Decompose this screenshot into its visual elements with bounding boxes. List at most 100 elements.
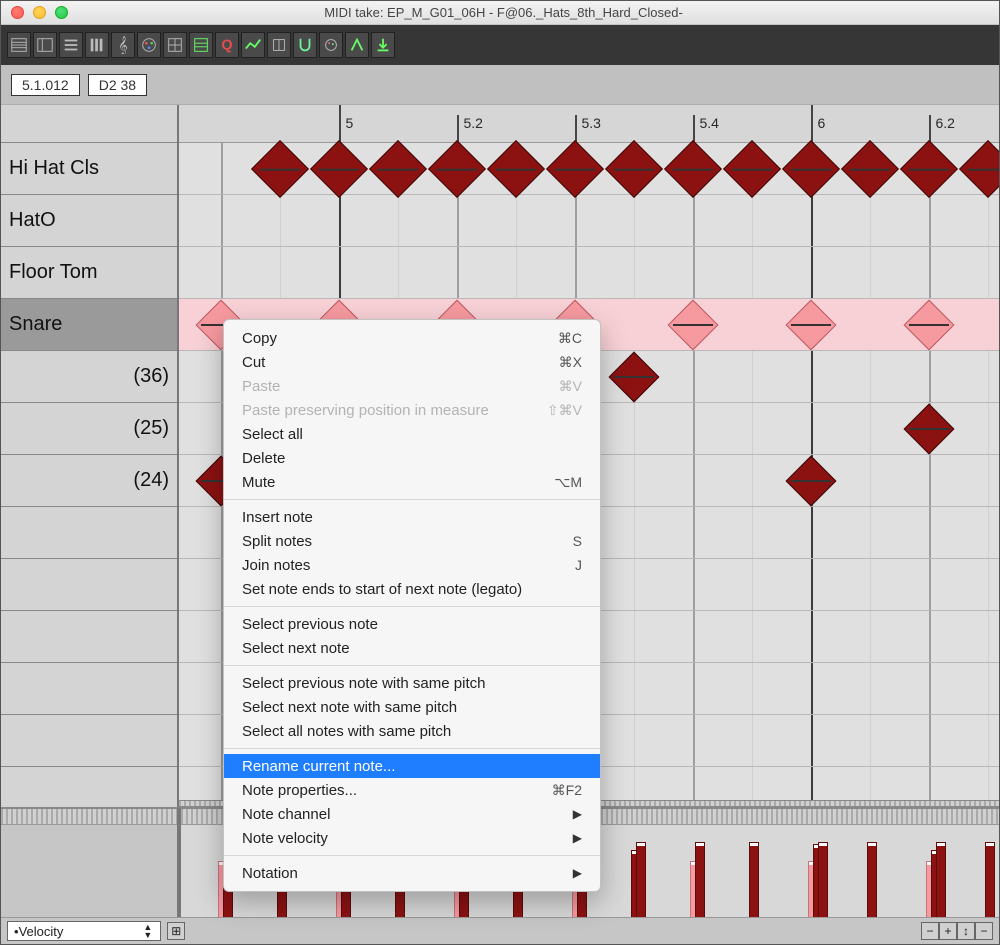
menu-item[interactable]: Select previous note with same pitch xyxy=(224,671,600,695)
paint-icon[interactable] xyxy=(319,32,343,58)
menu-item-label: Select all notes with same pitch xyxy=(242,723,451,740)
menu-item[interactable]: Mute⌥M xyxy=(224,470,600,494)
close-icon[interactable] xyxy=(11,6,24,19)
menu-item[interactable]: Notation▶ xyxy=(224,861,600,885)
menu-item[interactable]: Select next note with same pitch xyxy=(224,695,600,719)
velocity-bar[interactable] xyxy=(696,843,704,917)
window-title: MIDI take: EP_M_G01_06H - F@06._Hats_8th… xyxy=(68,5,999,20)
grid-lines-icon[interactable] xyxy=(163,32,187,58)
notation-icon[interactable] xyxy=(85,32,109,58)
menu-shortcut: J xyxy=(575,557,582,573)
midi-in-icon[interactable] xyxy=(371,32,395,58)
toolbar: 𝄞Q xyxy=(1,25,999,65)
menu-item[interactable]: Set note ends to start of next note (leg… xyxy=(224,577,600,601)
zoom-in-button[interactable]: + xyxy=(939,922,957,940)
piano-roll-icon[interactable] xyxy=(7,32,31,58)
menu-item-label: Join notes xyxy=(242,557,310,574)
named-notes-icon[interactable] xyxy=(33,32,57,58)
zoom-out-button[interactable]: − xyxy=(921,922,939,940)
note-row[interactable] xyxy=(1,663,177,715)
velocity-bar[interactable] xyxy=(937,843,945,917)
menu-item[interactable]: Note velocity ▶ xyxy=(224,826,600,850)
cc-sidebar-header[interactable] xyxy=(1,809,177,825)
ruler-label: 5 xyxy=(345,115,353,131)
zoom-in-v-button[interactable]: − xyxy=(975,922,993,940)
note-row-label: Snare xyxy=(9,313,62,336)
menu-item[interactable]: Copy⌘C xyxy=(224,326,600,350)
cc-type-select[interactable]: •Velocity ▲▼ xyxy=(7,921,161,941)
zoom-out-v-button[interactable]: ↕ xyxy=(957,922,975,940)
menu-item: Paste preserving position in measure⇧⌘V xyxy=(224,398,600,422)
menu-shortcut: ⌘V xyxy=(559,378,582,395)
treble-clef-icon[interactable]: 𝄞 xyxy=(111,32,135,58)
cc-add-lane-button[interactable]: ⊞ xyxy=(167,922,185,940)
menu-item[interactable]: Split notesS xyxy=(224,529,600,553)
note-row[interactable]: HatO xyxy=(1,195,177,247)
menu-item[interactable]: Rename current note... xyxy=(224,754,600,778)
note-row-label: Floor Tom xyxy=(9,261,98,284)
note-row-label: (36) xyxy=(133,365,169,388)
magnet-snap-icon[interactable] xyxy=(293,32,317,58)
zoom-icon[interactable] xyxy=(55,6,68,19)
note-row[interactable]: (36) xyxy=(1,351,177,403)
menu-item-label: Copy xyxy=(242,330,277,347)
menu-item[interactable]: Cut⌘X xyxy=(224,350,600,374)
note-row[interactable] xyxy=(1,611,177,663)
note-row[interactable]: Floor Tom xyxy=(1,247,177,299)
note-row[interactable] xyxy=(1,507,177,559)
menu-shortcut: S xyxy=(573,533,582,549)
menu-item[interactable]: Select previous note xyxy=(224,612,600,636)
menu-item-label: Note channel xyxy=(242,806,330,823)
channel-icon[interactable] xyxy=(267,32,291,58)
lane[interactable] xyxy=(179,195,999,247)
quantize-q-icon[interactable]: Q xyxy=(215,32,239,58)
velocity-bar[interactable] xyxy=(637,843,645,917)
grid-snap-icon[interactable] xyxy=(189,32,213,58)
ruler-label: 6.2 xyxy=(935,115,954,131)
velocity-bar[interactable] xyxy=(986,843,994,917)
svg-text:𝄞: 𝄞 xyxy=(118,36,128,54)
menu-shortcut: ⌘F2 xyxy=(552,782,582,799)
submenu-arrow-icon: ▶ xyxy=(573,866,582,880)
note-row[interactable]: (25) xyxy=(1,403,177,455)
titlebar: MIDI take: EP_M_G01_06H - F@06._Hats_8th… xyxy=(1,1,999,25)
timeline-ruler[interactable]: 55.25.35.466.26.3 xyxy=(179,105,999,143)
note-names-panel: Hi Hat Cls HatO Floor Tom Snare (36) (25) (24) xyxy=(1,105,179,917)
velocity-bar[interactable] xyxy=(868,843,876,917)
note-row[interactable]: Hi Hat Cls xyxy=(1,143,177,195)
note-row[interactable] xyxy=(1,559,177,611)
menu-item-label: Note velocity xyxy=(242,830,328,847)
note-row[interactable] xyxy=(1,715,177,767)
svg-text:Q: Q xyxy=(221,38,232,54)
menu-item[interactable]: Note properties...⌘F2 xyxy=(224,778,600,802)
velocity-bar[interactable] xyxy=(819,843,827,917)
note-row-label: HatO xyxy=(9,209,56,232)
note-row-label: (25) xyxy=(133,417,169,440)
menu-item-label: Select previous note with same pitch xyxy=(242,675,485,692)
menu-item[interactable]: Delete xyxy=(224,446,600,470)
menu-item[interactable]: Note channel▶ xyxy=(224,802,600,826)
ruler-label: 5.4 xyxy=(699,115,718,131)
submenu-arrow-icon: ▶ xyxy=(573,831,582,845)
cursor-position-display[interactable]: 5.1.012 xyxy=(11,74,80,96)
step-input-icon[interactable] xyxy=(345,32,369,58)
cursor-note-display[interactable]: D2 38 xyxy=(88,74,147,96)
color-palette-icon[interactable] xyxy=(137,32,161,58)
note-row[interactable]: Snare xyxy=(1,299,177,351)
menu-item-label: Delete xyxy=(242,450,285,467)
event-list-icon[interactable] xyxy=(59,32,83,58)
cc-lane-icon[interactable] xyxy=(241,32,265,58)
note-row-label: Hi Hat Cls xyxy=(9,157,99,180)
minimize-icon[interactable] xyxy=(33,6,46,19)
menu-item-label: Rename current note... xyxy=(242,758,395,775)
velocity-bar[interactable] xyxy=(750,843,758,917)
menu-item-label: Insert note xyxy=(242,509,313,526)
menu-item[interactable]: Select all xyxy=(224,422,600,446)
context-menu[interactable]: Copy⌘CCut⌘XPaste⌘VPaste preserving posit… xyxy=(223,319,601,892)
note-row[interactable]: (24) xyxy=(1,455,177,507)
menu-item[interactable]: Select next note xyxy=(224,636,600,660)
menu-item[interactable]: Select all notes with same pitch xyxy=(224,719,600,743)
menu-item[interactable]: Join notes J xyxy=(224,553,600,577)
menu-item[interactable]: Insert note xyxy=(224,505,600,529)
lane[interactable] xyxy=(179,247,999,299)
